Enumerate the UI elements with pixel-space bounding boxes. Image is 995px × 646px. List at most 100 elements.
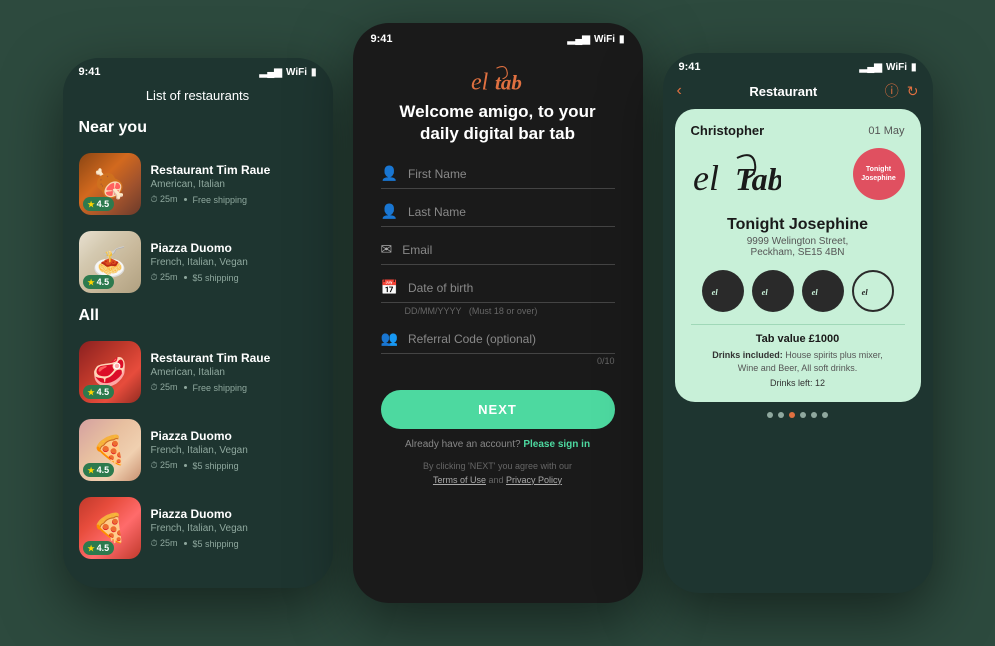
list-item[interactable]: ★ 4.5 Piazza Duomo French, Italian, Vega… xyxy=(63,223,333,301)
svg-text:el: el xyxy=(711,288,718,297)
rating-badge: ★ 4.5 xyxy=(83,463,115,477)
dot-2 xyxy=(778,412,784,418)
email-field: ✉ xyxy=(381,241,615,265)
info-icon[interactable]: ⓘ xyxy=(885,81,899,101)
tab-icon-4[interactable]: el xyxy=(852,270,894,312)
terms-link[interactable]: Terms of Use xyxy=(433,475,486,485)
eltab-logo: el tab xyxy=(468,61,528,101)
battery-icon: ▮ xyxy=(311,67,317,78)
tab-card: Christopher 01 May el Tab TonightJosephi… xyxy=(675,109,921,402)
dot-5 xyxy=(811,412,817,418)
distance: ⏱ 25m xyxy=(151,538,178,549)
status-icons-2: ▂▄▆ WiFi ▮ xyxy=(568,34,625,45)
welcome-heading: Welcome amigo, to your daily digital bar… xyxy=(381,101,615,145)
eltab-card-logo: el Tab xyxy=(691,148,781,203)
tab-icon-3[interactable]: el xyxy=(802,270,844,312)
restaurant-name: Restaurant Tim Raue xyxy=(151,163,317,177)
tab-icon-2[interactable]: el xyxy=(752,270,794,312)
star-icon: ★ xyxy=(88,278,95,287)
drinks-left: Drinks left: 12 xyxy=(691,378,905,388)
rating-value: 4.5 xyxy=(97,199,110,209)
separator xyxy=(184,276,187,279)
first-name-field: 👤 xyxy=(381,165,615,189)
terms-pre: By clicking 'NEXT' you agree with our xyxy=(423,461,572,471)
restaurant-thumbnail: ★ 4.5 xyxy=(79,341,141,403)
person-icon-2: 👤 xyxy=(381,203,398,220)
email-icon: ✉ xyxy=(381,241,393,258)
share-icon[interactable]: ↻ xyxy=(907,83,919,100)
separator xyxy=(184,386,187,389)
drinks-included: Drinks included: House spirits plus mixe… xyxy=(691,349,905,374)
last-name-input[interactable] xyxy=(408,205,615,219)
restaurant-thumbnail: ★ 4.5 xyxy=(79,153,141,215)
signin-link[interactable]: Please sign in xyxy=(523,439,590,450)
referral-count: 0/10 xyxy=(381,356,615,366)
svg-text:Tab: Tab xyxy=(735,161,781,197)
rating-value: 4.5 xyxy=(97,277,110,287)
restaurant-thumbnail: ★ 4.5 xyxy=(79,419,141,481)
svg-text:tab: tab xyxy=(495,70,522,94)
privacy-link[interactable]: Privacy Policy xyxy=(506,475,562,485)
restaurant-info: Restaurant Tim Raue American, Italian ⏱ … xyxy=(151,163,317,205)
dot-6 xyxy=(822,412,828,418)
rating-value: 4.5 xyxy=(97,543,110,553)
status-icons-1: ▂▄▆ WiFi ▮ xyxy=(260,67,317,78)
time-3: 9:41 xyxy=(679,61,701,73)
dob-field: 📅 DD/MM/YYYY (Must 18 or over) xyxy=(381,279,615,316)
list-item[interactable]: ★ 4.5 Piazza Duomo French, Italian, Vega… xyxy=(63,489,333,567)
next-button[interactable]: NEXT xyxy=(381,390,615,429)
venue-badge: TonightJosephine xyxy=(853,148,905,200)
tab-icon-1[interactable]: el xyxy=(702,270,744,312)
section-all: All xyxy=(63,301,333,333)
rating-badge: ★ 4.5 xyxy=(83,385,115,399)
shipping: $5 shipping xyxy=(193,273,239,283)
navigation-bar: ‹ Restaurant ⓘ ↻ xyxy=(663,77,933,109)
last-name-field: 👤 xyxy=(381,203,615,227)
restaurant-meta: ⏱ 25m $5 shipping xyxy=(151,538,317,549)
restaurant-info: Piazza Duomo French, Italian, Vegan ⏱ 25… xyxy=(151,429,317,471)
shipping: $5 shipping xyxy=(193,539,239,549)
rating-value: 4.5 xyxy=(97,387,110,397)
separator xyxy=(184,198,187,201)
restaurant-thumbnail: ★ 4.5 xyxy=(79,231,141,293)
terms-and: and xyxy=(488,475,506,485)
page-dots xyxy=(663,402,933,424)
separator xyxy=(184,464,187,467)
restaurant-cuisine: French, Italian, Vegan xyxy=(151,445,317,456)
signal-icon: ▂▄▆ xyxy=(860,62,882,73)
last-name-row: 👤 xyxy=(381,203,615,227)
tab-icons-row: el el el el xyxy=(691,270,905,312)
status-bar-2: 9:41 ▂▄▆ WiFi ▮ xyxy=(353,23,643,49)
list-item[interactable]: ★ 4.5 Restaurant Tim Raue American, Ital… xyxy=(63,145,333,223)
distance: ⏱ 25m xyxy=(151,272,178,283)
shipping: $5 shipping xyxy=(193,461,239,471)
svg-text:el: el xyxy=(693,158,719,198)
dob-input[interactable] xyxy=(408,281,615,295)
battery-icon: ▮ xyxy=(911,62,917,73)
status-bar-1: 9:41 ▂▄▆ WiFi ▮ xyxy=(63,58,333,82)
first-name-input[interactable] xyxy=(408,167,615,181)
drinks-label: Drinks included: xyxy=(712,350,783,360)
dot-1 xyxy=(767,412,773,418)
logo-area: el Tab TonightJosephine xyxy=(691,148,905,208)
signal-icon: ▂▄▆ xyxy=(260,67,282,78)
back-button[interactable]: ‹ xyxy=(677,82,682,100)
list-item[interactable]: ★ 4.5 Piazza Duomo French, Italian, Vega… xyxy=(63,411,333,489)
list-item[interactable]: ★ 4.5 Restaurant Tim Raue American, Ital… xyxy=(63,333,333,411)
email-input[interactable] xyxy=(402,243,614,257)
restaurant-meta: ⏱ 25m Free shipping xyxy=(151,382,317,393)
tab-card-header: Christopher 01 May xyxy=(691,123,905,138)
status-bar-3: 9:41 ▂▄▆ WiFi ▮ xyxy=(663,53,933,77)
nav-action-icons: ⓘ ↻ xyxy=(885,81,919,101)
referral-row: 👥 xyxy=(381,330,615,354)
referral-input[interactable] xyxy=(408,332,615,346)
section-near-you: Near you xyxy=(63,113,333,145)
calendar-icon: 📅 xyxy=(381,279,398,296)
restaurant-meta: ⏱ 25m $5 shipping xyxy=(151,460,317,471)
person-icon: 👤 xyxy=(381,165,398,182)
star-icon: ★ xyxy=(88,544,95,553)
status-icons-3: ▂▄▆ WiFi ▮ xyxy=(860,62,917,73)
dob-row: 📅 xyxy=(381,279,615,303)
venue-address: 9999 Welington Street,Peckham, SE15 4BN xyxy=(691,236,905,258)
dob-hint: DD/MM/YYYY (Must 18 or over) xyxy=(381,306,615,316)
